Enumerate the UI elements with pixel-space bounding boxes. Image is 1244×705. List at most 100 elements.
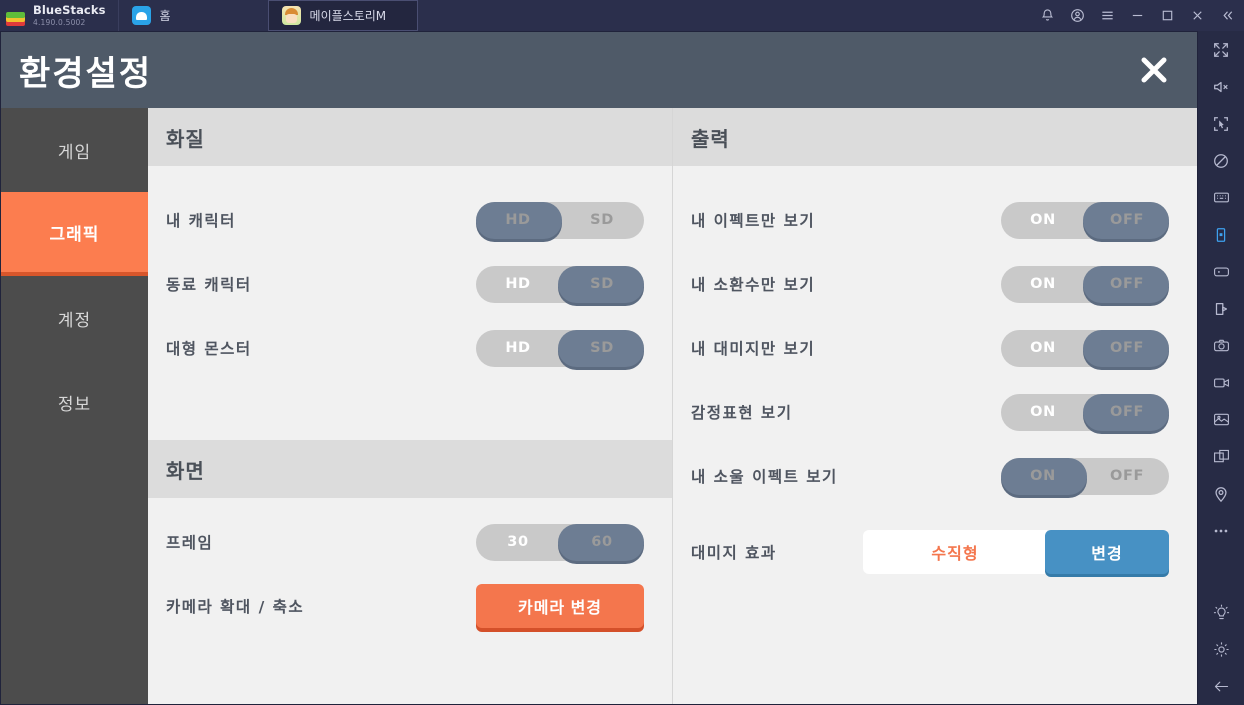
toggle-option-hd[interactable]: HD bbox=[476, 330, 560, 367]
setting-label: 내 소울 이펙트 보기 bbox=[691, 468, 838, 486]
hamburger-menu-icon[interactable] bbox=[1092, 0, 1122, 31]
bluestacks-sidebar bbox=[1198, 31, 1244, 705]
toggle-option-off[interactable]: OFF bbox=[1085, 330, 1169, 367]
section-title: 출력 bbox=[691, 126, 730, 151]
toggle-my-soul-effects[interactable]: ON OFF bbox=[1001, 457, 1169, 495]
sidebar-item-label: 그래픽 bbox=[49, 224, 100, 245]
toggle-my-damage-only[interactable]: ON OFF bbox=[1001, 329, 1169, 367]
toggle-option-off[interactable]: OFF bbox=[1085, 394, 1169, 431]
setting-row-framerate: 프레임 30 60 bbox=[148, 510, 672, 574]
setting-label: 내 캐릭터 bbox=[166, 212, 236, 230]
brand-name: BlueStacks bbox=[33, 3, 106, 17]
toggle-party-character[interactable]: HD SD bbox=[476, 265, 644, 303]
setting-row-my-effects-only: 내 이펙트만 보기 ON OFF bbox=[673, 188, 1197, 252]
tab-maplestory-label: 메이플스토리M bbox=[309, 9, 387, 23]
multi-instance-icon[interactable] bbox=[1198, 438, 1244, 475]
settings-nav: 게임 그래픽 계정 정보 bbox=[1, 108, 148, 704]
brand-version: 4.190.0.5002 bbox=[33, 17, 86, 27]
pane-left-gap bbox=[148, 402, 672, 440]
settings-panes: 화질 내 캐릭터 HD SD 동료 캐릭터 HD SD 대형 몬스터 HD SD… bbox=[148, 108, 1197, 704]
minimize-icon[interactable] bbox=[1122, 0, 1152, 31]
sidebar-item-label: 게임 bbox=[57, 142, 92, 163]
gamepad-icon[interactable] bbox=[1198, 253, 1244, 290]
setting-label: 대미지 효과 bbox=[691, 544, 777, 562]
mute-icon[interactable] bbox=[1198, 68, 1244, 105]
toggle-large-monster[interactable]: HD SD bbox=[476, 329, 644, 367]
adblock-icon[interactable] bbox=[1198, 142, 1244, 179]
setting-label: 내 대미지만 보기 bbox=[691, 340, 816, 358]
toggle-option-sd[interactable]: SD bbox=[560, 266, 644, 303]
toggle-my-effects-only[interactable]: ON OFF bbox=[1001, 201, 1169, 239]
setting-row-my-summons-only: 내 소환수만 보기 ON OFF bbox=[673, 252, 1197, 316]
section-header-quality: 화질 bbox=[148, 108, 672, 166]
setting-label: 프레임 bbox=[166, 534, 214, 552]
macro-icon[interactable] bbox=[1198, 290, 1244, 327]
setting-label: 카메라 확대 / 축소 bbox=[166, 598, 305, 616]
maximize-icon[interactable] bbox=[1152, 0, 1182, 31]
toggle-option-on[interactable]: ON bbox=[1001, 266, 1085, 303]
keyboard-icon[interactable] bbox=[1198, 179, 1244, 216]
gallery-icon[interactable] bbox=[1198, 401, 1244, 438]
location-icon[interactable] bbox=[1198, 475, 1244, 512]
maplestory-app-icon bbox=[281, 6, 301, 25]
app-header: 환경설정 bbox=[1, 32, 1197, 108]
setting-label: 내 소환수만 보기 bbox=[691, 276, 816, 294]
toggle-my-summons-only[interactable]: ON OFF bbox=[1001, 265, 1169, 303]
toggle-option-sd[interactable]: SD bbox=[560, 202, 644, 239]
toggle-option-on[interactable]: ON bbox=[1001, 330, 1085, 367]
bluestacks-logo-icon bbox=[5, 6, 27, 26]
settings-gear-icon[interactable] bbox=[1198, 631, 1244, 668]
toggle-framerate[interactable]: 30 60 bbox=[476, 523, 644, 561]
collapse-icon[interactable] bbox=[1212, 0, 1242, 31]
toggle-option-off[interactable]: OFF bbox=[1085, 266, 1169, 303]
toggle-option-hd[interactable]: HD bbox=[476, 202, 560, 239]
section-body-quality: 내 캐릭터 HD SD 동료 캐릭터 HD SD 대형 몬스터 HD SD bbox=[148, 166, 672, 402]
setting-row-my-character: 내 캐릭터 HD SD bbox=[148, 188, 672, 252]
sidebar-item-game[interactable]: 게임 bbox=[1, 108, 148, 192]
device-icon[interactable] bbox=[1198, 216, 1244, 253]
camera-icon[interactable] bbox=[1198, 327, 1244, 364]
damage-effect-change-button[interactable]: 변경 bbox=[1045, 530, 1169, 574]
sidebar-item-info[interactable]: 정보 bbox=[1, 360, 148, 444]
setting-label: 감정표현 보기 bbox=[691, 404, 793, 422]
close-icon[interactable] bbox=[1182, 0, 1212, 31]
setting-label: 내 이펙트만 보기 bbox=[691, 212, 816, 230]
toggle-option-60[interactable]: 60 bbox=[560, 524, 644, 561]
sidebar-item-account[interactable]: 계정 bbox=[1, 276, 148, 360]
section-title: 화질 bbox=[166, 126, 205, 151]
toggle-option-off[interactable]: OFF bbox=[1085, 458, 1169, 495]
tab-maplestory[interactable]: 메이플스토리M bbox=[267, 0, 418, 31]
toggle-option-sd[interactable]: SD bbox=[560, 330, 644, 367]
back-arrow-icon[interactable] bbox=[1198, 668, 1244, 705]
video-record-icon[interactable] bbox=[1198, 364, 1244, 401]
setting-label: 동료 캐릭터 bbox=[166, 276, 252, 294]
toggle-option-30[interactable]: 30 bbox=[476, 524, 560, 561]
pane-right-filler bbox=[673, 596, 1197, 704]
tips-icon[interactable] bbox=[1198, 594, 1244, 631]
account-icon[interactable] bbox=[1062, 0, 1092, 31]
toggle-option-on[interactable]: ON bbox=[1001, 458, 1085, 495]
settings-body: 게임 그래픽 계정 정보 화질 내 캐릭터 HD SD 동료 캐릭터 HD SD… bbox=[1, 108, 1197, 704]
toggle-option-off[interactable]: OFF bbox=[1085, 202, 1169, 239]
toggle-my-character[interactable]: HD SD bbox=[476, 201, 644, 239]
setting-row-my-damage-only: 내 대미지만 보기 ON OFF bbox=[673, 316, 1197, 380]
tab-home[interactable]: 홈 bbox=[117, 0, 268, 31]
titlebar-controls bbox=[1032, 0, 1244, 31]
close-settings-button[interactable] bbox=[1133, 49, 1175, 91]
bell-icon[interactable] bbox=[1032, 0, 1062, 31]
camera-change-button[interactable]: 카메라 변경 bbox=[476, 584, 644, 628]
section-title: 화면 bbox=[166, 458, 205, 483]
tab-home-label: 홈 bbox=[159, 9, 171, 23]
toggle-option-on[interactable]: ON bbox=[1001, 394, 1085, 431]
toggle-option-hd[interactable]: HD bbox=[476, 266, 560, 303]
more-icon[interactable] bbox=[1198, 512, 1244, 549]
cursor-select-icon[interactable] bbox=[1198, 105, 1244, 142]
toggle-option-on[interactable]: ON bbox=[1001, 202, 1085, 239]
setting-row-damage-effect: 대미지 효과 수직형 변경 bbox=[673, 508, 1197, 596]
toggle-emotions[interactable]: ON OFF bbox=[1001, 393, 1169, 431]
sidebar-item-graphics[interactable]: 그래픽 bbox=[1, 192, 148, 276]
damage-effect-value[interactable]: 수직형 bbox=[863, 530, 1047, 574]
section-header-output: 출력 bbox=[673, 108, 1197, 166]
fullscreen-icon[interactable] bbox=[1198, 31, 1244, 68]
pane-left-filler bbox=[148, 638, 672, 704]
